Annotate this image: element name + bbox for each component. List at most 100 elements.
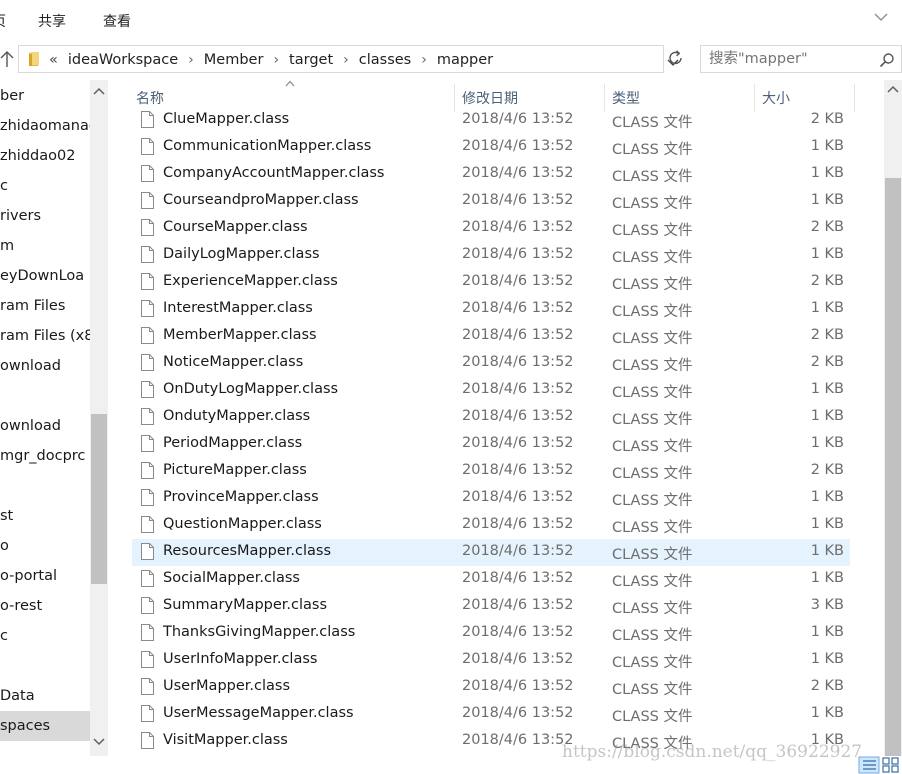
search-box[interactable]	[700, 45, 902, 73]
address-bar[interactable]: « ideaWorkspace › Member › target › clas…	[18, 45, 679, 73]
file-name[interactable]: CourseMapper.class	[163, 219, 308, 235]
table-row[interactable]: MemberMapper.class 2018/4/6 13:52 CLASS 文件…	[132, 323, 850, 350]
nav-item[interactable]: eyDownLoa	[0, 261, 90, 291]
table-row[interactable]: QuestionMapper.class 2018/4/6 13:52 CLASS …	[132, 512, 850, 539]
nav-item[interactable]	[0, 651, 90, 681]
table-row[interactable]: DailyLogMapper.class 2018/4/6 13:52 CLASS …	[132, 242, 850, 269]
nav-item[interactable]: o	[0, 531, 90, 561]
breadcrumb-separator-icon[interactable]: ›	[273, 52, 279, 68]
column-name[interactable]: 名称	[136, 88, 164, 108]
table-row[interactable]: ProvinceMapper.class 2018/4/6 13:52 CLASS …	[132, 485, 850, 512]
file-name[interactable]: UserInfoMapper.class	[163, 651, 317, 667]
table-row[interactable]: PictureMapper.class 2018/4/6 13:52 CLASS 文…	[132, 458, 850, 485]
file-name[interactable]: UserMapper.class	[163, 678, 290, 694]
nav-item[interactable]	[0, 381, 90, 411]
file-name[interactable]: OnDutyLogMapper.class	[163, 381, 338, 397]
file-name[interactable]: OndutyMapper.class	[163, 408, 310, 424]
nav-item[interactable]: o-portal	[0, 561, 90, 591]
search-icon[interactable]	[879, 52, 895, 68]
table-row[interactable]: CourseandproMapper.class 2018/4/6 13:52 CL…	[132, 188, 850, 215]
nav-scrollbar[interactable]	[90, 80, 108, 756]
file-name[interactable]: ResourcesMapper.class	[163, 543, 331, 559]
table-row[interactable]: UserMessageMapper.class 2018/4/6 13:52 CLA…	[132, 701, 850, 728]
nav-item[interactable]	[0, 471, 90, 501]
column-date[interactable]: 修改日期	[462, 88, 518, 108]
file-name[interactable]: ClueMapper.class	[163, 111, 289, 127]
scroll-up-icon[interactable]	[887, 84, 899, 94]
table-row[interactable]: CommunicationMapper.class 2018/4/6 13:52 C…	[132, 134, 850, 161]
column-divider[interactable]	[854, 84, 855, 112]
scroll-down-icon[interactable]	[93, 737, 105, 747]
file-list-scroll-thumb[interactable]	[885, 178, 901, 756]
nav-item[interactable]: ownload	[0, 411, 90, 441]
table-row[interactable]: OnDutyLogMapper.class 2018/4/6 13:52 CLASS…	[132, 377, 850, 404]
nav-item[interactable]: zhidaomanag	[0, 111, 90, 141]
table-row[interactable]: UserMapper.class 2018/4/6 13:52 CLASS 文件 2 …	[132, 674, 850, 701]
view-mode-details-icon[interactable]	[858, 756, 902, 774]
table-row[interactable]: VisitMapper.class 2018/4/6 13:52 CLASS 文件 1…	[132, 728, 850, 755]
column-size[interactable]: 大小	[762, 88, 790, 108]
nav-scroll-thumb[interactable]	[91, 414, 107, 584]
file-name[interactable]: PictureMapper.class	[163, 462, 307, 478]
search-input[interactable]	[709, 49, 869, 69]
file-list-scrollbar[interactable]	[884, 80, 902, 756]
tab-view[interactable]: 查看	[103, 11, 131, 31]
file-name[interactable]: CommunicationMapper.class	[163, 138, 371, 154]
file-name[interactable]: QuestionMapper.class	[163, 516, 322, 532]
table-row[interactable]: OndutyMapper.class 2018/4/6 13:52 CLASS 文件…	[132, 404, 850, 431]
nav-item[interactable]: mgr_docprc	[0, 441, 90, 471]
nav-item[interactable]: ram Files (x8	[0, 321, 90, 351]
breadcrumb-item-classes[interactable]: classes	[359, 52, 411, 68]
file-name[interactable]: InterestMapper.class	[163, 300, 313, 316]
file-name[interactable]: NoticeMapper.class	[163, 354, 303, 370]
nav-item-selected[interactable]: spaces	[0, 711, 90, 741]
nav-item[interactable]: c	[0, 171, 90, 201]
file-name[interactable]: DailyLogMapper.class	[163, 246, 320, 262]
file-name[interactable]: UserMessageMapper.class	[163, 705, 354, 721]
table-row[interactable]: SocialMapper.class 2018/4/6 13:52 CLASS 文件…	[132, 566, 850, 593]
breadcrumb-item-member[interactable]: Member	[204, 52, 264, 68]
breadcrumb-separator-icon[interactable]: ›	[188, 52, 194, 68]
file-name[interactable]: VisitMapper.class	[163, 732, 288, 748]
nav-item[interactable]: zhiddao02	[0, 141, 90, 171]
file-name[interactable]: MemberMapper.class	[163, 327, 317, 343]
breadcrumb-item-target[interactable]: target	[289, 52, 333, 68]
table-row[interactable]: ExperienceMapper.class 2018/4/6 13:52 CLAS…	[132, 269, 850, 296]
up-arrow-icon[interactable]	[0, 49, 14, 69]
table-row[interactable]: NoticeMapper.class 2018/4/6 13:52 CLASS 文件…	[132, 350, 850, 377]
table-row[interactable]: SummaryMapper.class 2018/4/6 13:52 CLASS 文…	[132, 593, 850, 620]
file-name[interactable]: CompanyAccountMapper.class	[163, 165, 385, 181]
table-row[interactable]: UserInfoMapper.class 2018/4/6 13:52 CLASS …	[132, 647, 850, 674]
nav-item[interactable]: c	[0, 621, 90, 651]
nav-item[interactable]: Data	[0, 681, 90, 711]
file-name[interactable]: PeriodMapper.class	[163, 435, 302, 451]
nav-item[interactable]: ownload	[0, 351, 90, 381]
nav-item[interactable]: ram Files	[0, 291, 90, 321]
file-name[interactable]: CourseandproMapper.class	[163, 192, 359, 208]
file-name[interactable]: ExperienceMapper.class	[163, 273, 338, 289]
column-type[interactable]: 类型	[612, 88, 640, 108]
file-name[interactable]: SocialMapper.class	[163, 570, 300, 586]
table-row[interactable]: ClueMapper.class 2018/4/6 13:52 CLASS 文件 2 …	[132, 107, 850, 134]
file-name[interactable]: ProvinceMapper.class	[163, 489, 319, 505]
nav-item[interactable]: m	[0, 231, 90, 261]
tab-page[interactable]: 页	[0, 11, 6, 31]
nav-item[interactable]: rivers	[0, 201, 90, 231]
breadcrumb-item-ideaworkspace[interactable]: ideaWorkspace	[68, 52, 178, 68]
nav-item[interactable]: st	[0, 501, 90, 531]
table-row[interactable]: ThanksGivingMapper.class 2018/4/6 13:52 CL…	[132, 620, 850, 647]
refresh-icon[interactable]	[667, 49, 685, 67]
breadcrumb-separator-icon[interactable]: ›	[421, 52, 427, 68]
scroll-up-icon[interactable]	[93, 86, 105, 96]
breadcrumb-overflow[interactable]: «	[49, 52, 58, 68]
tab-share[interactable]: 共享	[38, 11, 66, 31]
table-row[interactable]: ResourcesMapper.class 2018/4/6 13:52 CLASS…	[132, 539, 850, 566]
file-name[interactable]: ThanksGivingMapper.class	[163, 624, 355, 640]
table-row[interactable]: CourseMapper.class 2018/4/6 13:52 CLASS 文件…	[132, 215, 850, 242]
breadcrumb-separator-icon[interactable]: ›	[343, 52, 349, 68]
breadcrumb-item-mapper[interactable]: mapper	[437, 52, 493, 68]
table-row[interactable]: PeriodMapper.class 2018/4/6 13:52 CLASS 文件…	[132, 431, 850, 458]
table-row[interactable]: InterestMapper.class 2018/4/6 13:52 CLASS …	[132, 296, 850, 323]
nav-item[interactable]: o-rest	[0, 591, 90, 621]
nav-item[interactable]: ber	[0, 81, 90, 111]
